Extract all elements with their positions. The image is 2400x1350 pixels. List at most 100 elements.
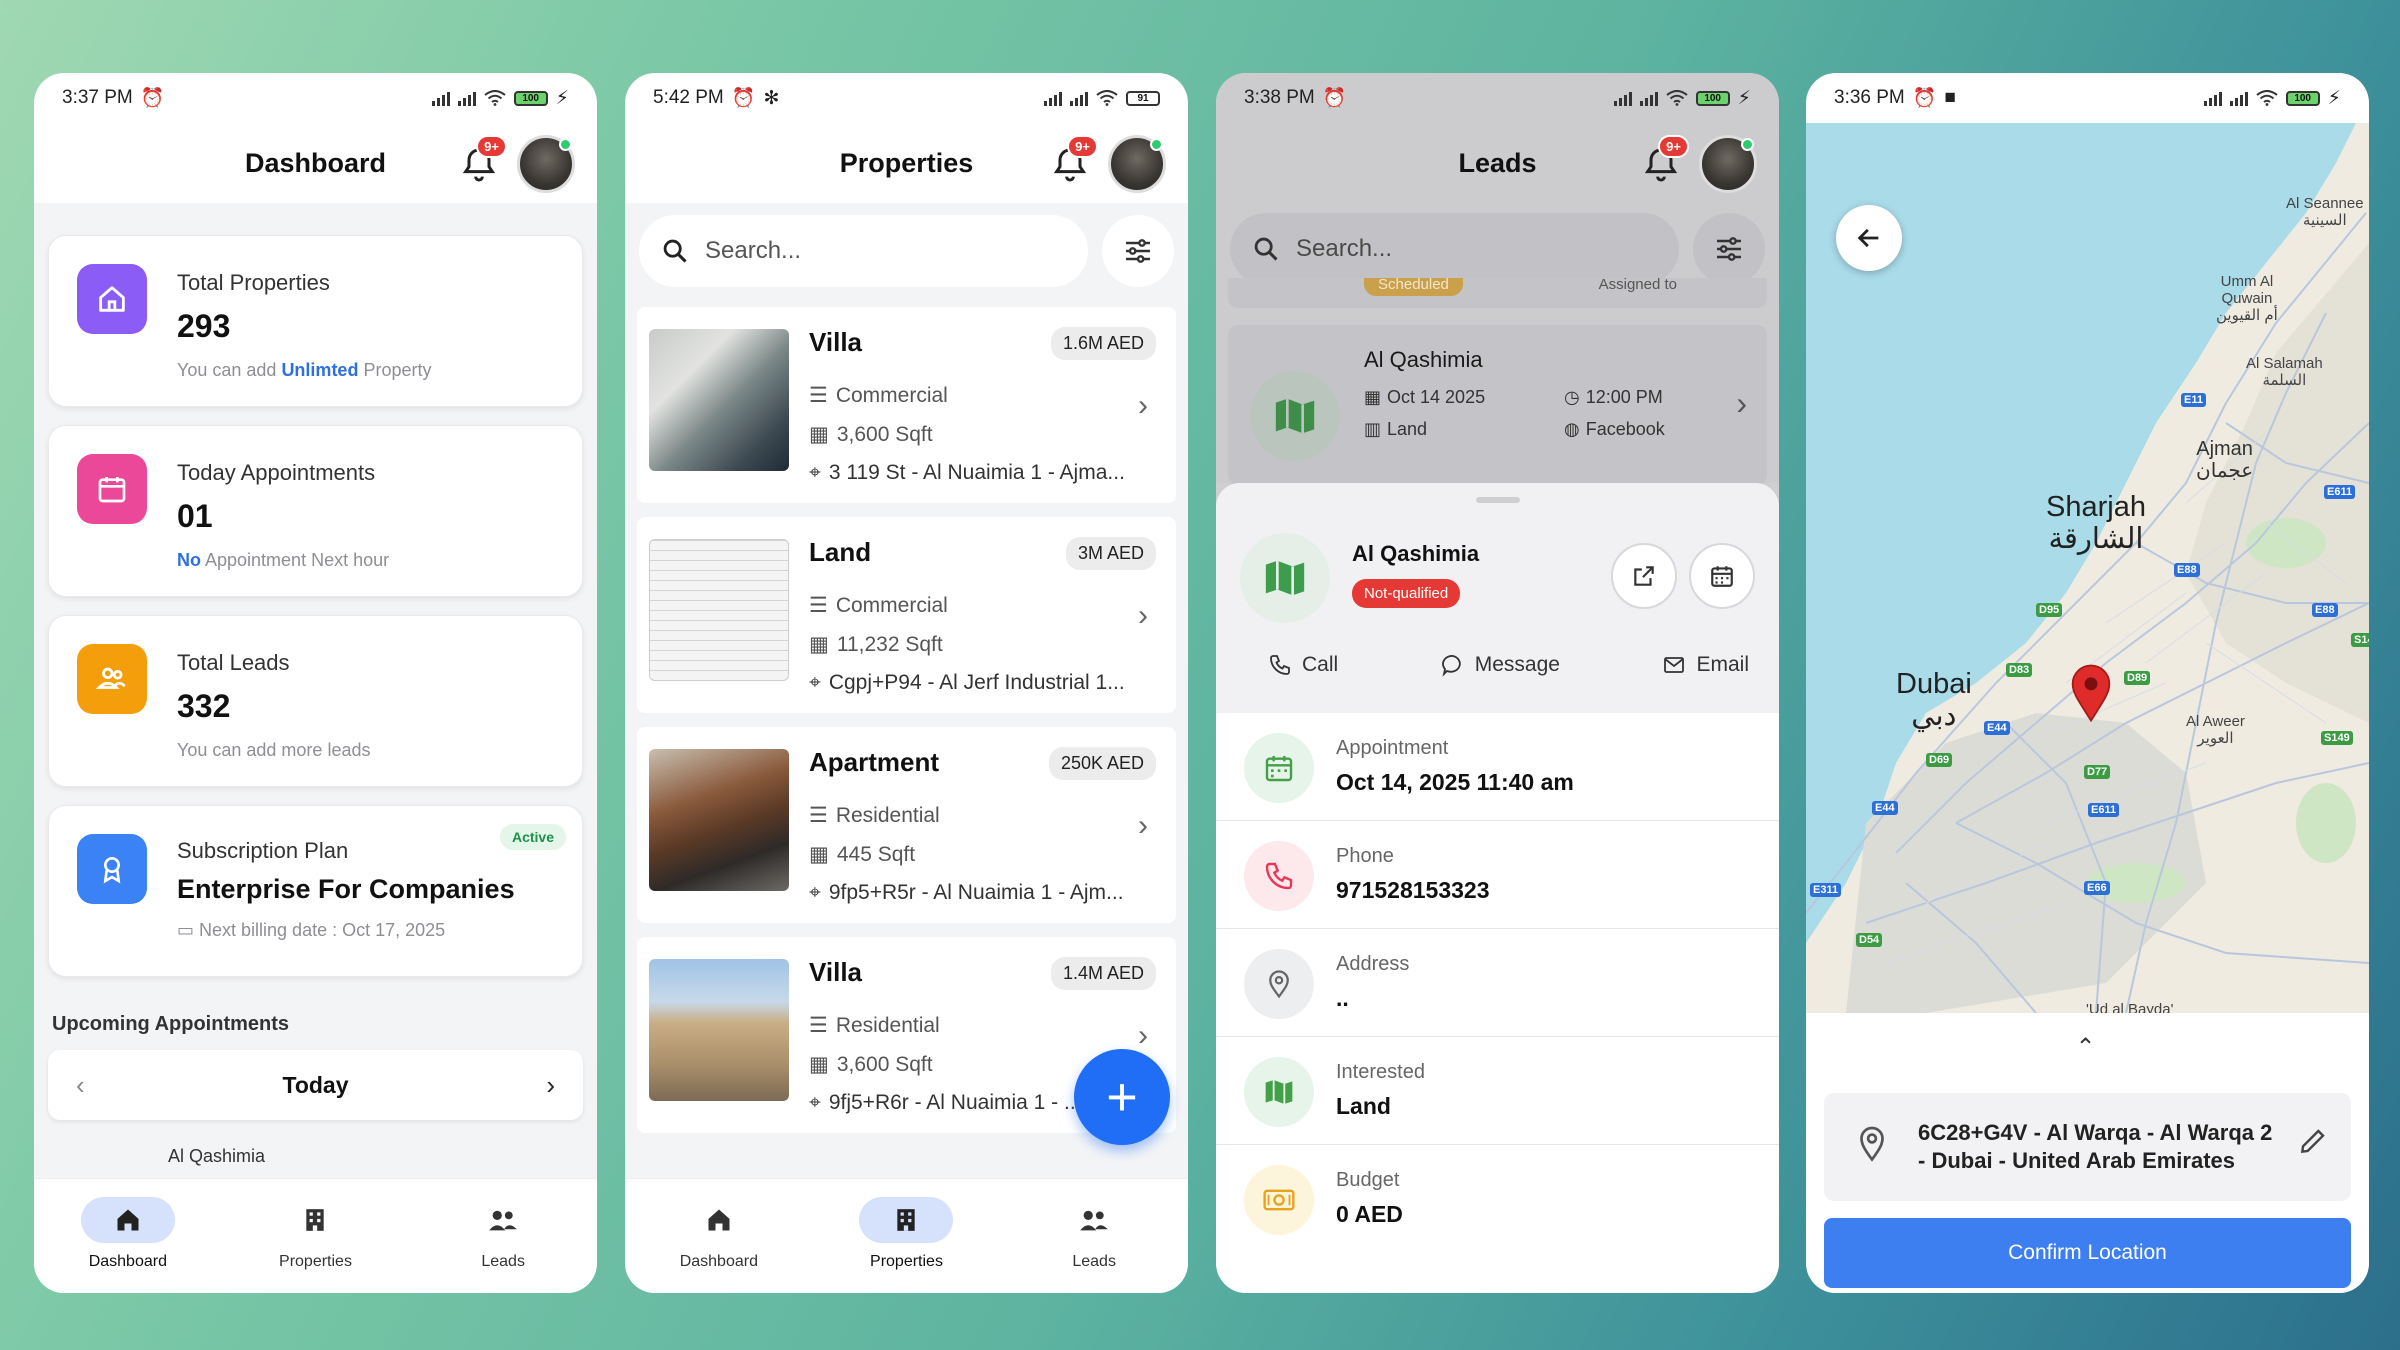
road-shield: S14 [2351,633,2369,647]
location-pin-outline-icon [1860,1126,1884,1162]
edit-icon[interactable] [2297,1125,2329,1157]
notification-button[interactable]: 9+ [1641,135,1689,185]
property-card[interactable]: Land 3M AED ☰ Commercial ▦ 11,232 Sqft ⌖ Cg… [637,517,1176,713]
map-label-sharjah: Sharjah الشارقة [2046,491,2146,555]
notification-button[interactable]: 9+ [1050,135,1098,185]
property-type: Commercial [835,383,948,407]
schedule-button[interactable] [1689,543,1755,609]
call-button[interactable]: Call [1268,653,1338,677]
signal-icon-2 [1639,91,1658,106]
info-value: 971528153323 [1336,877,1490,903]
today-appointments-card[interactable]: Today Appointments 01 No Appointment Nex… [48,425,583,597]
property-type: Residential [835,1013,940,1037]
info-label: Appointment [1336,737,1449,759]
message-button[interactable]: Message [1441,653,1560,677]
avatar[interactable] [1108,135,1166,193]
bottom-nav: Dashboard Properties Leads [625,1178,1188,1293]
confirm-location-button[interactable]: Confirm Location [1824,1218,2351,1288]
chat-icon [1441,655,1461,677]
property-card[interactable]: Apartment 250K AED ☰ Residential ▦ 445 Sqf… [637,727,1176,923]
lead-card[interactable]: Al Qashimia ▦ Oct 14 2025 ◷ 12:00 PM ▥ Land… [1228,325,1767,485]
appointment-row[interactable]: Appointment Oct 14, 2025 11:40 am [1216,713,1779,821]
chevron-right-icon: › [1736,385,1747,421]
property-address: 9fj5+R6r - Al Nuaimia 1 - ... [828,1091,1082,1114]
phone-icon [1270,655,1290,675]
property-card[interactable]: Villa 1.6M AED ☰ Commercial ▦ 3,600 Sqft ⌖… [637,307,1176,503]
leads-screen: 3:38 PM ⏰ 100 ⚡ Leads 9+ Search... Sched… [1216,73,1779,1293]
address-field[interactable]: 6C28+G4V - Al Warqa - Al Warqa 2 - Dubai… [1824,1093,2351,1201]
chevron-right-icon[interactable]: › [546,1070,555,1101]
card-label: Subscription Plan [177,838,349,863]
map-label-ajman: Ajman عجمان [2196,438,2254,482]
filter-button[interactable] [1693,213,1765,285]
search-placeholder: Search... [705,237,802,264]
online-indicator [1150,138,1163,151]
avatar[interactable] [1699,135,1757,193]
wifi-icon [484,90,506,106]
nav-leads[interactable]: Leads [423,1197,583,1271]
filter-button[interactable] [1102,215,1174,287]
budget-row[interactable]: Budget 0 AED [1216,1145,1779,1253]
card-label: Total Leads [177,650,290,675]
road-shield: E66 [2084,881,2110,895]
back-button[interactable] [1836,205,1902,271]
search-input[interactable]: Search... [1230,213,1679,285]
road-shield: E11 [2181,393,2206,407]
page-title: Properties [839,147,974,178]
email-button[interactable]: Email [1662,653,1749,677]
charging-icon: ⚡ [2327,87,2341,109]
chevron-up-icon[interactable]: ⌃ [2076,1033,2096,1062]
interested-row[interactable]: Interested Land [1216,1037,1779,1145]
nav-properties[interactable]: Properties [826,1197,986,1271]
day-selector: ‹ Today › [48,1050,583,1120]
external-link-icon [1634,566,1654,586]
pin-icon: ⌖ [809,461,821,484]
open-external-button[interactable] [1611,543,1677,609]
lead-name: Al Qashimia [1352,541,1480,566]
road-shield: E311 [1810,883,1842,897]
map-view[interactable]: Al Seannee السينية Umm Al Quwain أم القي… [1806,123,2369,1013]
stack-icon: ☰ [809,804,828,827]
nav-properties[interactable]: Properties [235,1197,395,1271]
property-type: Commercial [835,593,948,617]
chevron-left-icon[interactable]: ‹ [76,1070,85,1101]
property-title: Villa [809,957,863,987]
road-shield: D77 [2084,765,2111,779]
total-leads-card[interactable]: Total Leads 332 You can add more leads [48,615,583,787]
pin-icon: ⌖ [809,671,821,694]
clock-icon: ◷ [1564,387,1580,407]
search-placeholder: Search... [1296,235,1393,262]
online-indicator [559,138,572,151]
avatar[interactable] [517,135,575,193]
appointment-peek[interactable]: Al Qashimia [48,1146,583,1167]
signal-icon [1613,91,1632,106]
address-row[interactable]: Address .. [1216,929,1779,1037]
property-type: Residential [835,803,940,827]
notification-button[interactable]: 9+ [459,135,507,185]
area-icon: ▦ [809,843,829,866]
sliders-icon [1126,239,1150,263]
status-badge: Scheduled [1364,278,1463,296]
subscription-card[interactable]: Active Subscription Plan Enterprise For … [48,805,583,977]
info-label: Phone [1336,845,1394,867]
map-label-al-aweer: Al Aweer العوير [2186,713,2245,747]
nav-dashboard[interactable]: Dashboard [639,1197,799,1271]
phone-row[interactable]: Phone 971528153323 [1216,821,1779,929]
info-value: 0 AED [1336,1201,1403,1227]
road-shield: D69 [1926,753,1953,767]
area-icon: ▦ [809,423,829,446]
location-pin-icon[interactable] [2069,663,2113,723]
search-input[interactable]: Search... [639,215,1088,287]
road-shield: E88 [2312,603,2338,617]
add-property-button[interactable]: + [1074,1049,1170,1145]
wifi-icon [1096,90,1118,106]
nav-leads[interactable]: Leads [1014,1197,1174,1271]
property-address: Cgpj+P94 - Al Jerf Industrial 1... [828,671,1125,694]
notification-badge: 9+ [476,135,507,158]
property-title: Villa [809,327,863,357]
nav-dashboard[interactable]: Dashboard [48,1197,208,1271]
total-properties-card[interactable]: Total Properties 293 You can add Unlimte… [48,235,583,407]
app-bar: Properties 9+ [625,123,1188,203]
drag-handle[interactable] [1475,497,1520,503]
road-shield: D83 [2006,663,2033,677]
